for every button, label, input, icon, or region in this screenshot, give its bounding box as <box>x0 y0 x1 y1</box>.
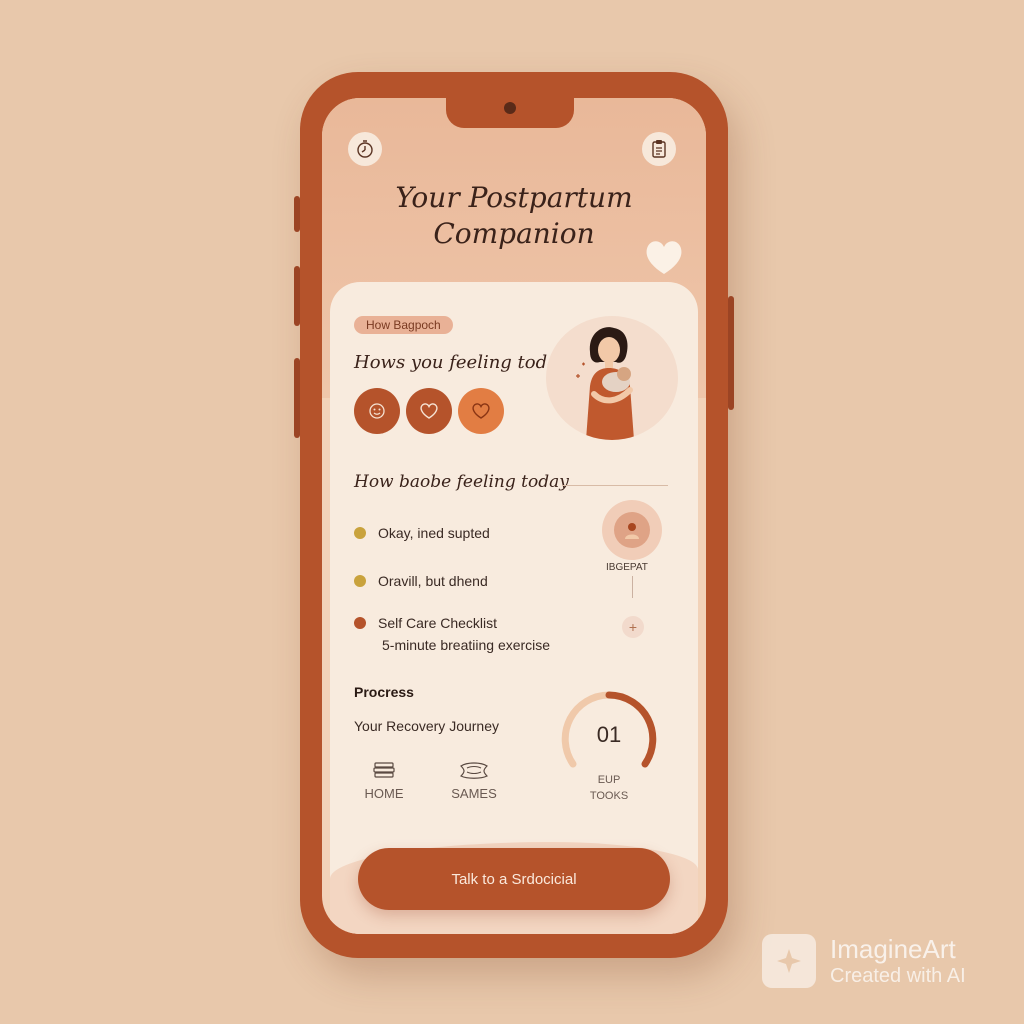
watermark-sub: Created with AI <box>830 965 966 987</box>
watermark: ImagineArt Created with AI <box>762 934 966 988</box>
watermark-brand: ImagineArt <box>830 934 956 964</box>
mood-button-face[interactable] <box>354 388 400 434</box>
gauge-label: EUP TOOKS <box>576 772 642 804</box>
list-item-label: Okay, ined supted <box>378 525 490 541</box>
mood-button-heart-alt[interactable] <box>458 388 504 434</box>
phone-side-button <box>294 358 300 438</box>
face-icon <box>369 403 385 419</box>
section-title: How baobe feeling today <box>354 472 569 492</box>
gauge-label-line-2: TOOKS <box>589 790 629 802</box>
add-button[interactable]: + <box>622 616 644 638</box>
avatar-label: IBGEPAT <box>606 562 648 573</box>
mood-button-heart[interactable] <box>406 388 452 434</box>
status-tag: How Bagpoch <box>354 316 453 334</box>
talk-to-specialist-button[interactable]: Talk to a Srdocicial <box>358 848 670 910</box>
phone-side-button <box>294 196 300 232</box>
status-dot <box>354 527 366 539</box>
connector-line <box>632 576 633 598</box>
nav-home[interactable]: HOME <box>354 760 414 801</box>
gauge-value: 01 <box>596 722 622 747</box>
list-item-label: Self Care Checklist <box>378 615 498 631</box>
divider <box>562 485 668 486</box>
scarf-icon <box>459 762 489 779</box>
nav-home-label: HOME <box>364 786 404 801</box>
progress-heading: Procress <box>354 684 414 700</box>
mother-baby-illustration <box>546 316 678 440</box>
timer-icon[interactable] <box>348 132 382 166</box>
status-dot <box>354 617 366 629</box>
phone-screen: Your Postpartum Companion How Bagpoch Ho… <box>322 98 706 934</box>
phone-power-button <box>728 296 734 410</box>
nav-sames[interactable]: SAMES <box>444 760 504 801</box>
person-icon <box>625 523 639 539</box>
recovery-journey-label: Your Recovery Journey <box>354 718 500 734</box>
status-dot <box>354 575 366 587</box>
gauge-label-line-1: EUP <box>597 774 621 786</box>
phone-side-button <box>294 266 300 326</box>
heart-icon <box>420 403 438 419</box>
camera <box>504 102 516 114</box>
main-card: How Bagpoch Hows you feeling today? How … <box>330 282 698 934</box>
nav-sames-label: SAMES <box>451 786 497 801</box>
list-item[interactable]: Oravill, but dhend <box>354 573 488 589</box>
self-care-checklist-item[interactable]: Self Care Checklist <box>354 615 497 631</box>
heart-icon <box>646 241 682 274</box>
mood-question: Hows you feeling today? <box>354 352 578 373</box>
books-icon <box>373 762 395 778</box>
title-line-1: Your Postpartum <box>395 181 633 214</box>
notch <box>446 98 574 128</box>
avatar[interactable] <box>602 500 662 560</box>
heart-icon <box>472 403 490 419</box>
list-item-label: Oravill, but dhend <box>378 573 488 589</box>
clipboard-icon[interactable] <box>642 132 676 166</box>
checklist-subitem: 5-minute breatiing exercise <box>382 637 551 653</box>
list-item[interactable]: Okay, ined supted <box>354 525 490 541</box>
imagineart-logo-icon <box>762 934 816 988</box>
